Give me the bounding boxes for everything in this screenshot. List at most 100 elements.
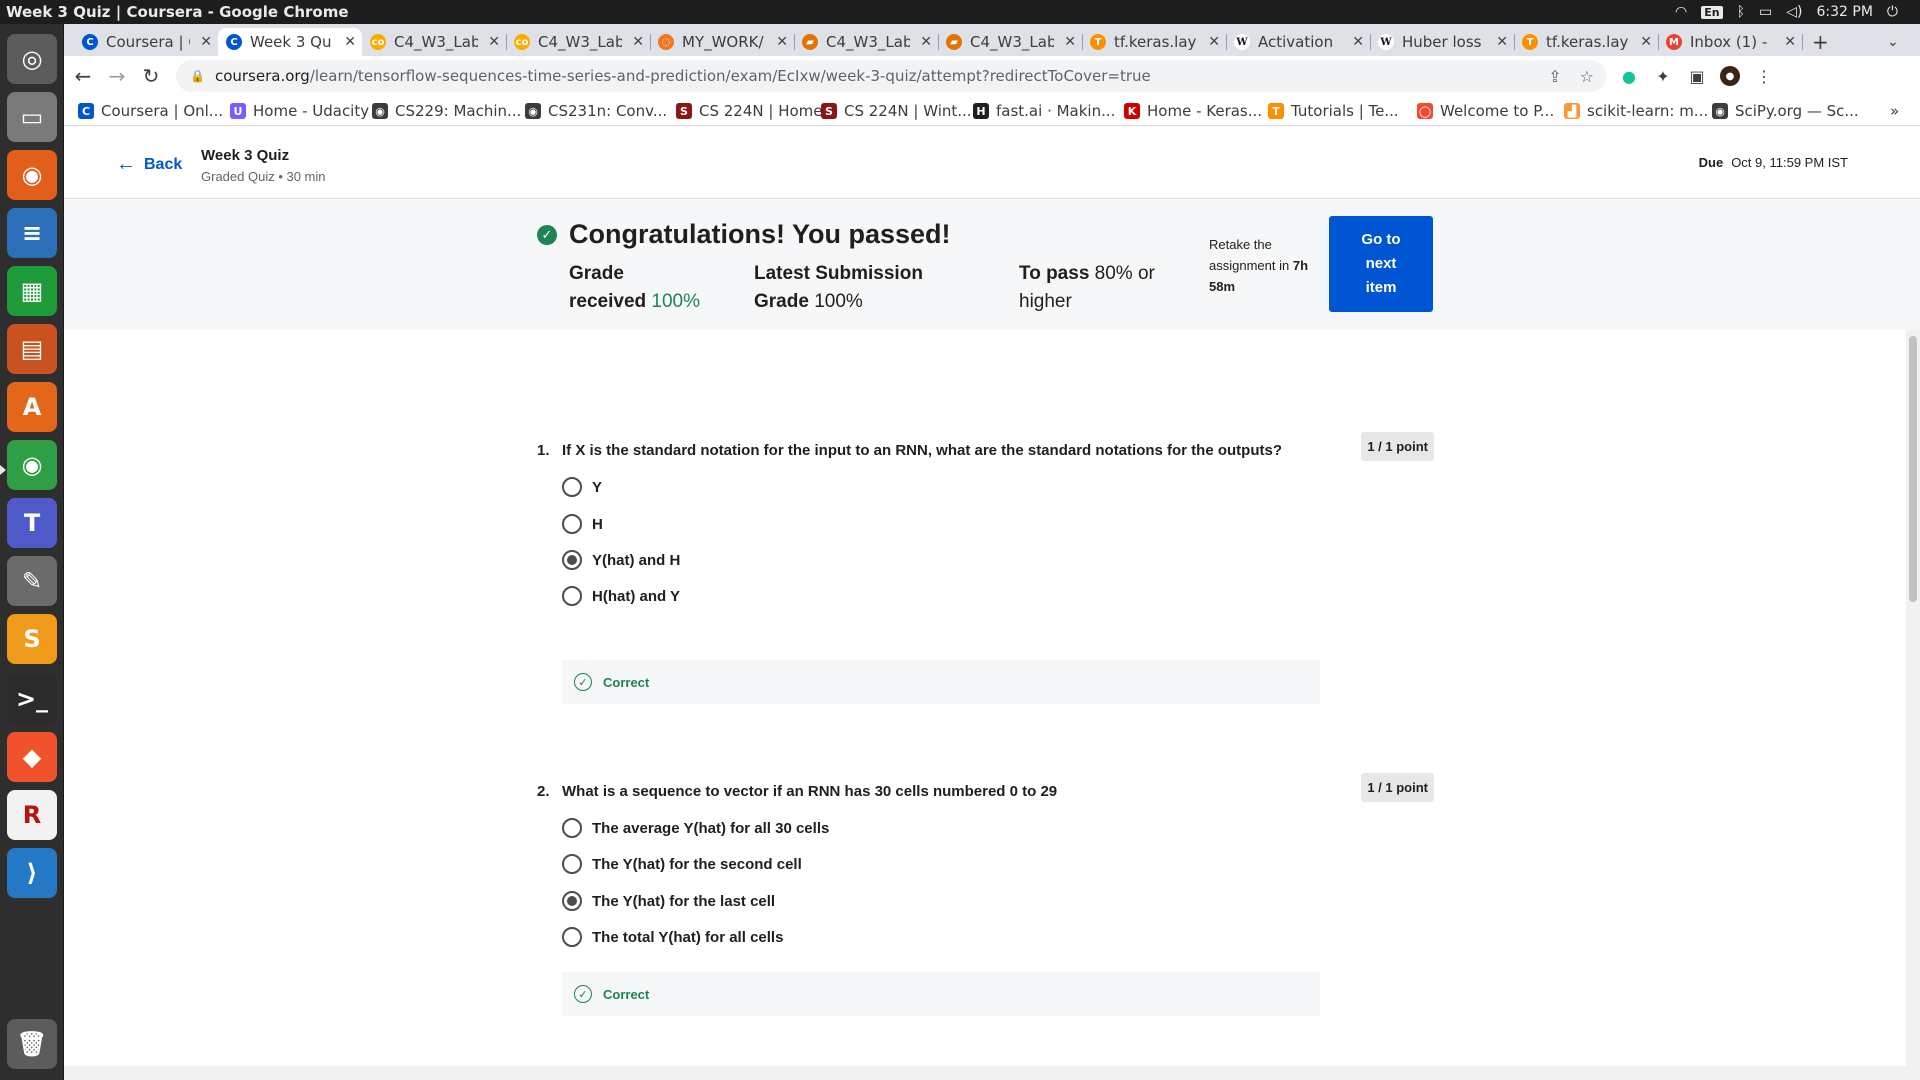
- dock-files-icon[interactable]: ▭: [7, 92, 57, 142]
- radio-button-selected[interactable]: [562, 891, 582, 911]
- dock-trash-icon[interactable]: 🗑: [7, 1019, 57, 1069]
- dock-brave-icon[interactable]: ◆: [7, 732, 57, 782]
- dock-chrome-icon[interactable]: ◉: [7, 440, 57, 490]
- tab-close-icon[interactable]: ✕: [344, 34, 356, 50]
- dock-vscode-icon[interactable]: ⟩: [7, 848, 57, 898]
- tab-active[interactable]: C Week 3 Qu ✕: [218, 28, 362, 56]
- dock-calc-icon[interactable]: ▦: [7, 266, 57, 316]
- radio-button[interactable]: [562, 927, 582, 947]
- go-to-next-item-button[interactable]: Go to next item: [1329, 216, 1433, 312]
- share-icon[interactable]: ⇪: [1548, 67, 1561, 86]
- back-arrow-icon[interactable]: ←: [66, 59, 100, 93]
- tab-close-icon[interactable]: ✕: [920, 34, 932, 50]
- tab-close-icon[interactable]: ✕: [1640, 34, 1652, 50]
- bookmark-item[interactable]: C Coursera | Onl...: [78, 102, 223, 120]
- answer-option[interactable]: The total Y(hat) for all cells: [562, 927, 783, 947]
- answer-option[interactable]: The average Y(hat) for all 30 cells: [562, 818, 829, 838]
- bookmark-item[interactable]: ◉ SciPy.org — Sc...: [1712, 102, 1859, 120]
- answer-option[interactable]: Y(hat) and H: [562, 550, 680, 570]
- browser-tab[interactable]: W Huber loss ✕: [1370, 28, 1515, 56]
- battery-icon[interactable]: ▭: [1759, 4, 1772, 20]
- forward-arrow-icon[interactable]: →: [100, 59, 134, 93]
- answer-option[interactable]: The Y(hat) for the last cell: [562, 891, 775, 911]
- dock-terminal-icon[interactable]: >_: [7, 674, 57, 724]
- browser-tab[interactable]: Ttf.keras.lay ✕: [1082, 28, 1227, 56]
- bookmark-item[interactable]: ◉ CS229: Machin...: [372, 102, 521, 120]
- power-icon[interactable]: ⏻: [1887, 4, 1898, 20]
- coursera-page: ← Back Week 3 Quiz Graded Quiz • 30 min …: [64, 127, 1920, 1080]
- dock-impress-icon[interactable]: ▤: [7, 324, 57, 374]
- clock[interactable]: 6:32 PM: [1817, 4, 1873, 20]
- tab-close-icon[interactable]: ✕: [1496, 34, 1508, 50]
- radio-button[interactable]: [562, 586, 582, 606]
- radio-button[interactable]: [562, 477, 582, 497]
- reload-icon[interactable]: ↻: [134, 59, 168, 93]
- bookmark-item[interactable]: Hfast.ai · Makin...: [973, 102, 1115, 120]
- bookmark-label: CS 224N | Home: [699, 102, 823, 120]
- volume-icon[interactable]: ◁): [1786, 4, 1802, 20]
- back-arrow-icon: ←: [116, 153, 136, 175]
- bookmark-item[interactable]: U Home - Udacity: [230, 102, 369, 120]
- vertical-scrollbar[interactable]: [1906, 330, 1920, 1080]
- address-bar[interactable]: 🔒 coursera.org/learn/tensorflow-sequence…: [176, 60, 1606, 92]
- dock-writer-icon[interactable]: ≡: [7, 208, 57, 258]
- lock-icon[interactable]: 🔒: [190, 69, 205, 83]
- answer-option[interactable]: H(hat) and Y: [562, 586, 680, 606]
- answer-option[interactable]: Y: [562, 477, 602, 497]
- dock-software-icon[interactable]: A: [7, 382, 57, 432]
- browser-tab[interactable]: Ttf.keras.lay ✕: [1514, 28, 1659, 56]
- tab-close-icon[interactable]: ✕: [1208, 34, 1220, 50]
- tab-search-icon[interactable]: ⌄: [1879, 28, 1909, 56]
- chrome-menu-icon[interactable]: ⋮: [1754, 66, 1774, 86]
- browser-tab[interactable]: co C4_W3_Lab ✕: [506, 28, 651, 56]
- browser-tab[interactable]: C Coursera | C ✕: [74, 28, 219, 56]
- dock-rstudio-icon[interactable]: R: [7, 790, 57, 840]
- tab-close-icon[interactable]: ✕: [1064, 34, 1076, 50]
- bookmark-star-icon[interactable]: ☆: [1580, 67, 1594, 86]
- back-button[interactable]: ← Back: [116, 153, 182, 176]
- answer-option[interactable]: The Y(hat) for the second cell: [562, 854, 802, 874]
- bookmark-item[interactable]: ▟ scikit-learn: m...: [1564, 102, 1708, 120]
- bookmark-item[interactable]: S CS 224N | Home: [676, 102, 823, 120]
- bluetooth-icon[interactable]: ᛒ: [1737, 4, 1745, 20]
- option-label: Y(hat) and H: [592, 551, 681, 569]
- system-tray[interactable]: ◠ En ᛒ ▭ ◁) 6:32 PM ⏻: [1675, 4, 1920, 20]
- horizontal-scrollbar[interactable]: [64, 1066, 1906, 1080]
- extensions-puzzle-icon[interactable]: ✦: [1653, 66, 1673, 86]
- tab-close-icon[interactable]: ✕: [200, 34, 212, 50]
- browser-tab[interactable]: ▰ C4_W3_Lab ✕: [938, 28, 1083, 56]
- browser-tab[interactable]: W Activation ✕: [1226, 28, 1371, 56]
- browser-tab[interactable]: co C4_W3_Lab ✕: [362, 28, 507, 56]
- tab-close-icon[interactable]: ✕: [632, 34, 644, 50]
- dock-teams-icon[interactable]: T: [7, 498, 57, 548]
- tab-close-icon[interactable]: ✕: [488, 34, 500, 50]
- new-tab-button[interactable]: +: [1804, 28, 1834, 56]
- tab-close-icon[interactable]: ✕: [776, 34, 788, 50]
- profile-avatar[interactable]: ●: [1720, 66, 1740, 86]
- browser-tab[interactable]: M Inbox (1) - ✕: [1658, 28, 1803, 56]
- grammarly-extension-icon[interactable]: ●: [1619, 66, 1639, 86]
- side-panel-icon[interactable]: ▣: [1687, 66, 1707, 86]
- language-indicator[interactable]: En: [1701, 5, 1723, 19]
- bookmark-item[interactable]: ◯ Welcome to P...: [1417, 102, 1554, 120]
- bookmark-item[interactable]: T Tutorials | Te...: [1268, 102, 1399, 120]
- bookmark-item[interactable]: S CS 224N | Wint...: [821, 102, 972, 120]
- dock-sublime-icon[interactable]: S: [7, 614, 57, 664]
- bookmarks-overflow-icon[interactable]: »: [1890, 102, 1899, 120]
- dock-ubuntu-icon[interactable]: ◎: [7, 34, 57, 84]
- dock-firefox-icon[interactable]: ◉: [7, 150, 57, 200]
- answer-option[interactable]: H: [562, 514, 603, 534]
- browser-tab[interactable]: ▰ C4_W3_Lab ✕: [794, 28, 939, 56]
- radio-button[interactable]: [562, 854, 582, 874]
- tab-close-icon[interactable]: ✕: [1352, 34, 1364, 50]
- browser-tab[interactable]: ◌ MY_WORK/ ✕: [650, 28, 795, 56]
- radio-button[interactable]: [562, 514, 582, 534]
- bookmark-item[interactable]: ◉ CS231n: Conv...: [525, 102, 667, 120]
- radio-button-selected[interactable]: [562, 550, 582, 570]
- bookmark-item[interactable]: K Home - Keras...: [1124, 102, 1262, 120]
- scrollbar-thumb[interactable]: [1909, 336, 1917, 602]
- wifi-icon[interactable]: ◠: [1675, 4, 1687, 20]
- radio-button[interactable]: [562, 818, 582, 838]
- tab-close-icon[interactable]: ✕: [1784, 34, 1796, 50]
- dock-editor-icon[interactable]: ✎: [7, 556, 57, 606]
